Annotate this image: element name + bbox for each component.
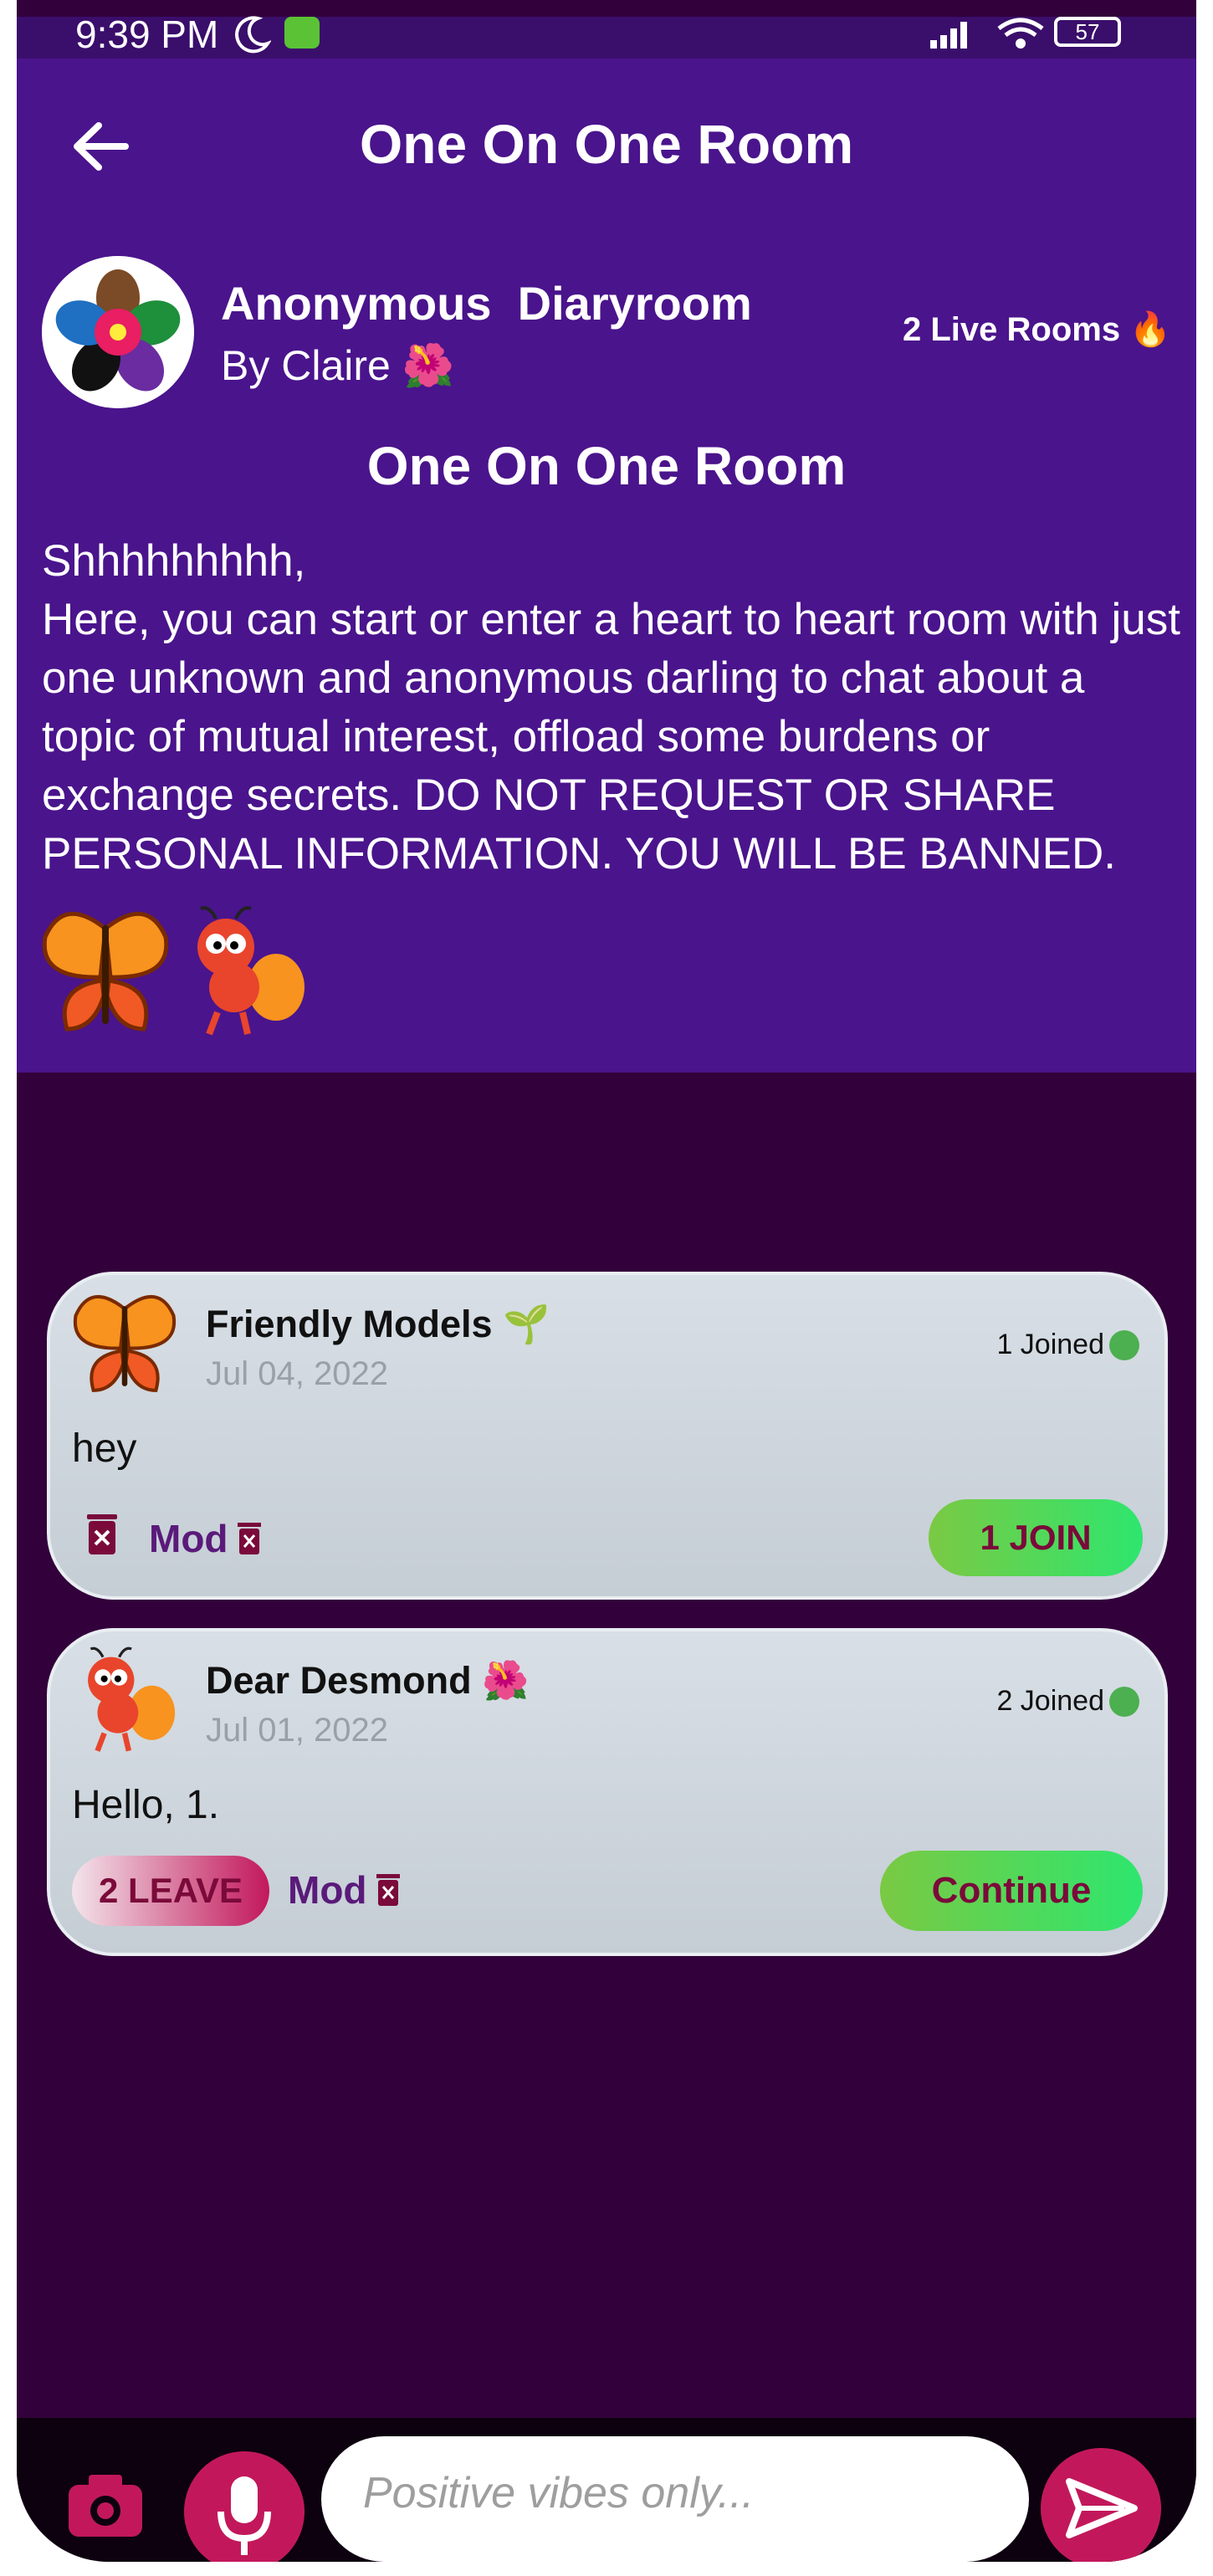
phone-screen: 9:39 PM 57 One On One Room Anonymous Dia…: [17, 0, 1196, 2562]
join-button[interactable]: 1 JOIN: [929, 1499, 1143, 1576]
trash-icon: [237, 1523, 261, 1554]
room-name: Anonymous Diaryroom: [221, 277, 752, 330]
status-bar: 9:39 PM 57: [17, 13, 1196, 59]
trash-icon: [376, 1874, 400, 1906]
composer-bar: [17, 2418, 1196, 2562]
joined-label: 1 Joined: [996, 1329, 1104, 1360]
status-time: 9:39 PM: [75, 13, 219, 56]
room-card[interactable]: Friendly Models 🌱 Jul 04, 2022 1 Joined …: [47, 1272, 1168, 1600]
room-header: One On One Room Anonymous Diaryroom By C…: [17, 59, 1196, 1073]
room-card[interactable]: Dear Desmond 🌺 Jul 01, 2022 2 Joined Hel…: [47, 1628, 1168, 1956]
ant-icon: [88, 1646, 176, 1752]
room-description: Shhhhhhhhh, Here, you can start or enter…: [42, 536, 1180, 878]
online-dot-icon: [1109, 1687, 1139, 1717]
continue-button[interactable]: Continue: [880, 1851, 1143, 1931]
card-title: Friendly Models 🌱: [206, 1303, 550, 1345]
moon-icon: [235, 16, 271, 54]
ant-icon: [197, 906, 305, 1036]
joined-label: 2 Joined: [996, 1685, 1104, 1717]
appbar-title: One On One Room: [359, 113, 854, 175]
section-title: One On One Room: [366, 436, 847, 496]
butterfly-icon: [42, 911, 169, 1032]
live-rooms-count: 2 Live Rooms 🔥: [903, 311, 1171, 348]
butterfly-icon: [73, 1295, 177, 1392]
message-input[interactable]: [321, 2436, 1029, 2562]
delete-trash-icon[interactable]: [85, 1513, 119, 1556]
microphone-icon[interactable]: [184, 2451, 305, 2562]
signal-icon: [930, 22, 967, 49]
send-icon[interactable]: [1041, 2448, 1161, 2562]
leave-button[interactable]: 2 LEAVE: [72, 1856, 269, 1926]
battery-icon: 57: [1054, 17, 1121, 47]
camera-icon[interactable]: [67, 2468, 144, 2538]
wifi-icon: [997, 18, 1044, 49]
online-dot-icon: [1109, 1330, 1139, 1360]
card-title: Dear Desmond 🌺: [206, 1659, 530, 1702]
mod-label: Mod: [288, 1868, 367, 1912]
mod-delete-button[interactable]: Mod: [288, 1867, 401, 1913]
mod-label: Mod: [149, 1517, 228, 1560]
joined-count: 2 Joined: [996, 1685, 1139, 1718]
room-author: By Claire 🌺: [221, 342, 454, 389]
card-date: Jul 01, 2022: [206, 1712, 388, 1749]
mod-delete-button[interactable]: Mod: [149, 1516, 262, 1561]
room-avatar-flower-icon: [42, 256, 194, 408]
card-date: Jul 04, 2022: [206, 1355, 388, 1392]
card-message: Hello, 1.: [72, 1783, 220, 1827]
card-message: hey: [72, 1426, 137, 1471]
joined-count: 1 Joined: [996, 1329, 1139, 1361]
app-notification-icon: [284, 17, 320, 49]
